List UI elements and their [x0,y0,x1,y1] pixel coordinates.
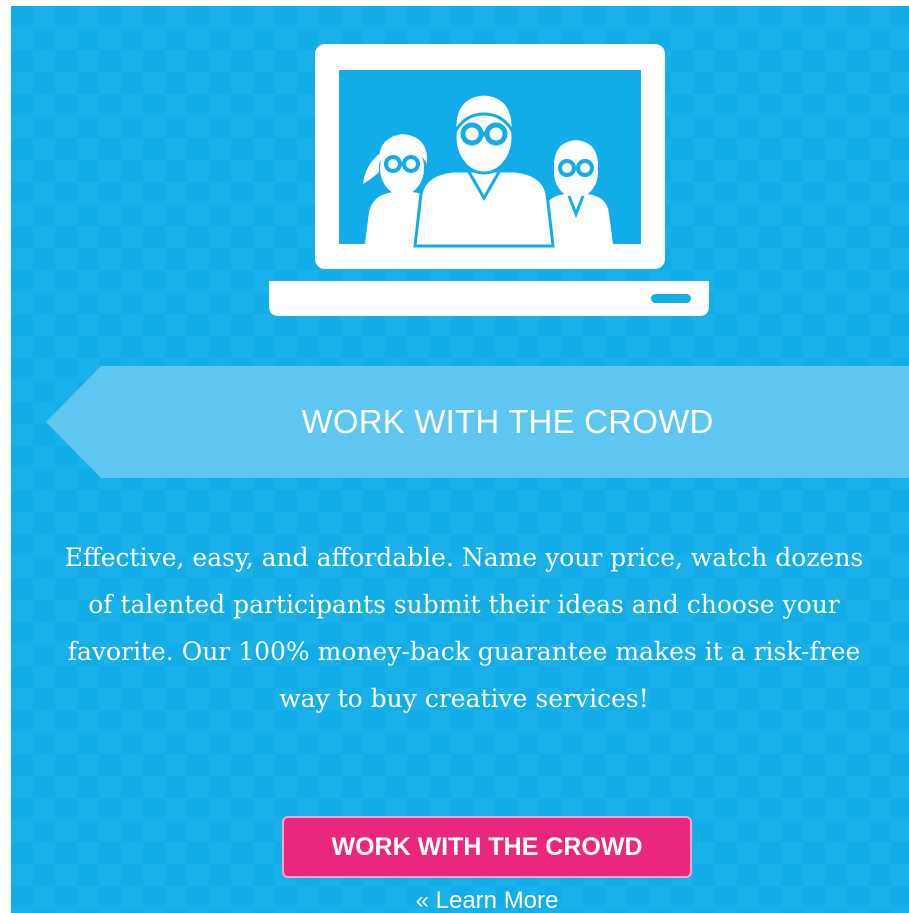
section-description: Effective, easy, and affordable. Name yo… [64,543,864,713]
laptop-crowd-icon [269,44,709,316]
learn-more-link[interactable]: « Learn More [382,886,592,913]
hero-section: WORK WITH THE CROWD Effective, easy, and… [11,6,909,913]
section-ribbon: WORK WITH THE CROWD [46,366,909,478]
work-with-the-crowd-button[interactable]: WORK WITH THE CROWD [282,816,692,878]
ribbon-title: WORK WITH THE CROWD [301,403,714,440]
